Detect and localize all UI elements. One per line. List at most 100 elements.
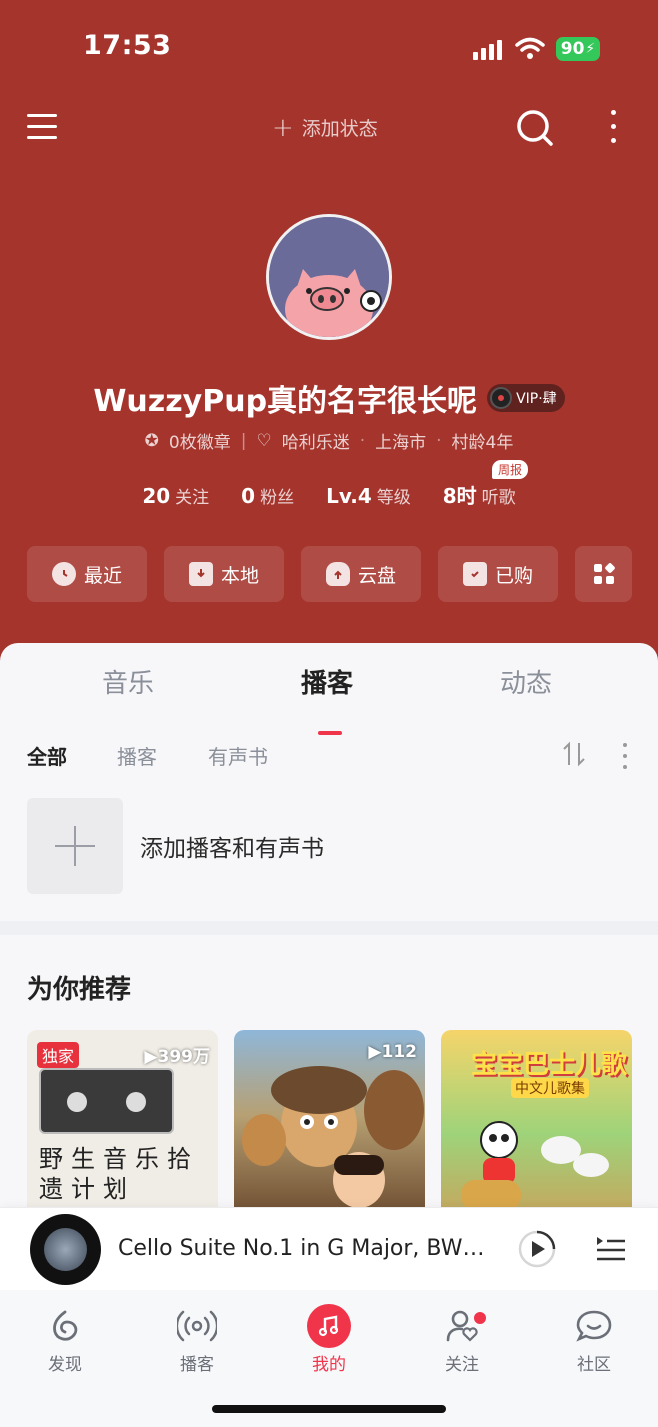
subtab-audiobook[interactable]: 有声书: [208, 741, 268, 770]
sub-tabs: 全部 播客 有声书: [27, 741, 631, 771]
charging-icon: ⚡: [585, 41, 596, 57]
recommend-card[interactable]: 独家 ▶399万 野生音乐拾遗计划: [27, 1030, 218, 1220]
grid-icon: [593, 563, 615, 584]
music-note-icon: [307, 1304, 351, 1348]
tab-label: 关注: [445, 1355, 479, 1375]
stat-following[interactable]: 20 关注: [142, 483, 209, 508]
plus-icon: +: [272, 112, 294, 143]
tab-label: 社区: [577, 1355, 611, 1375]
wifi-icon: [515, 37, 545, 59]
profile-header: 17:53 90 ⚡ + 添加状态 WuzzyPup真的名字很长呢 VIP·肆 …: [0, 0, 658, 700]
tab-label: 我的: [312, 1355, 346, 1375]
profile-stats: 20 关注 0 粉丝 Lv.4 等级 8时 听歌: [0, 480, 658, 509]
recommend-card[interactable]: ▶112: [234, 1030, 425, 1220]
vip-badge[interactable]: VIP·肆: [487, 384, 565, 412]
more-options-icon[interactable]: [623, 743, 627, 769]
sort-icon[interactable]: [562, 741, 586, 767]
tab-community[interactable]: 社区: [554, 1302, 634, 1375]
recommend-card[interactable]: 宝宝巴士儿歌 中文儿歌集: [441, 1030, 632, 1220]
recommend-title: 为你推荐: [27, 975, 132, 1005]
chat-bubble-icon: [576, 1310, 612, 1342]
menu-icon[interactable]: [27, 112, 57, 142]
broadcast-icon: [177, 1310, 217, 1342]
dot-separator: ·: [359, 430, 366, 451]
stat-level[interactable]: Lv.4 等级: [326, 483, 411, 508]
vip-label: VIP·肆: [516, 391, 557, 407]
stat-value: 8时: [442, 484, 477, 508]
more-apps-button[interactable]: [575, 546, 632, 602]
now-playing-title[interactable]: Cello Suite No.1 in G Major, BWV 1007: I…: [118, 1236, 498, 1261]
more-options-icon[interactable]: [611, 110, 617, 146]
heart-icon: ♡: [256, 430, 272, 451]
signal-icon: [473, 38, 503, 60]
tab-following[interactable]: 关注: [422, 1302, 502, 1375]
cloud-drive-label: 云盘: [357, 564, 396, 587]
stat-followers[interactable]: 0 粉丝: [241, 483, 294, 508]
username[interactable]: WuzzyPup真的名字很长呢: [93, 376, 477, 420]
play-count-value: 112: [381, 1042, 418, 1062]
playlist-icon[interactable]: [595, 1233, 627, 1265]
tab-podcast-nav[interactable]: 播客: [157, 1302, 237, 1375]
local-button[interactable]: 本地: [164, 546, 284, 602]
stat-label: 听歌: [481, 488, 516, 508]
vinyl-icon: [490, 387, 513, 409]
subtab-all[interactable]: 全部: [27, 741, 67, 770]
local-label: 本地: [220, 564, 259, 587]
stat-label: 粉丝: [260, 488, 295, 508]
stat-value: 20: [142, 484, 171, 508]
add-podcast-label: 添加播客和有声书: [140, 836, 324, 862]
exclusive-badge: 独家: [37, 1042, 80, 1068]
profile-info-row: ✪ 0枚徽章 | ♡ 哈利乐迷 · 上海市 · 村龄4年: [0, 428, 658, 454]
mini-player[interactable]: Cello Suite No.1 in G Major, BWV 1007: I…: [0, 1207, 658, 1290]
badge-icon: ✪: [144, 430, 159, 451]
bottom-tab-bar: 发现 播客 我的 关注 社区: [0, 1290, 658, 1427]
play-count-value: 399万: [157, 1047, 211, 1067]
tab-mine[interactable]: 我的: [289, 1302, 369, 1375]
discover-icon: [53, 1310, 78, 1341]
quick-actions: 最近 本地 云盘 已购: [27, 546, 632, 602]
add-podcast-button[interactable]: 添加播客和有声书: [27, 798, 324, 894]
plus-icon: [27, 798, 123, 894]
village-age: 村龄4年: [451, 433, 514, 453]
add-status-label: 添加状态: [301, 118, 378, 140]
recommend-list: 独家 ▶399万 野生音乐拾遗计划 ▶112 宝宝巴士儿歌 中文儿歌集: [27, 1030, 632, 1220]
notification-dot: [474, 1312, 486, 1324]
stat-label: 等级: [376, 488, 411, 508]
purchased-label: 已购: [494, 564, 533, 587]
username-row: WuzzyPup真的名字很长呢 VIP·肆: [0, 376, 658, 420]
stat-label: 关注: [175, 488, 210, 508]
tab-discover[interactable]: 发现: [25, 1302, 105, 1375]
tab-activity[interactable]: 动态: [500, 663, 552, 700]
purchased-button[interactable]: 已购: [438, 546, 558, 602]
badge-count[interactable]: 0枚徽章: [169, 428, 231, 453]
add-status-button[interactable]: + 添加状态: [272, 114, 378, 141]
dot-separator: ·: [436, 430, 442, 451]
battery-indicator: 90 ⚡: [556, 37, 600, 61]
play-icon[interactable]: [517, 1229, 557, 1269]
kids-cover-image: [461, 1121, 609, 1210]
tab-music[interactable]: 音乐: [102, 663, 154, 700]
play-count: ▶399万: [144, 1047, 211, 1067]
stat-listening-time[interactable]: 8时 听歌: [443, 480, 516, 509]
battery-level: 90: [560, 39, 585, 59]
recent-button[interactable]: 最近: [27, 546, 147, 602]
home-indicator: [212, 1405, 446, 1413]
avatar[interactable]: [266, 214, 392, 340]
status-bar: 17:53 90 ⚡: [0, 0, 658, 100]
weekly-report-badge[interactable]: 周报: [492, 460, 529, 479]
tab-label: 播客: [180, 1355, 214, 1375]
download-icon: [188, 562, 213, 586]
subtab-podcast[interactable]: 播客: [117, 741, 157, 770]
clock-icon: [51, 562, 76, 586]
shopping-bag-icon: [462, 562, 487, 586]
active-tab-indicator: [318, 731, 342, 735]
fan-tag[interactable]: 哈利乐迷: [282, 428, 350, 453]
cloud-drive-button[interactable]: 云盘: [301, 546, 421, 602]
stat-value: 0: [241, 484, 256, 508]
search-icon[interactable]: [515, 108, 555, 148]
album-art[interactable]: [30, 1214, 101, 1285]
tab-podcast[interactable]: 播客: [301, 663, 353, 700]
recent-label: 最近: [83, 564, 122, 587]
city: 上海市: [375, 433, 427, 453]
divider: |: [240, 430, 247, 451]
